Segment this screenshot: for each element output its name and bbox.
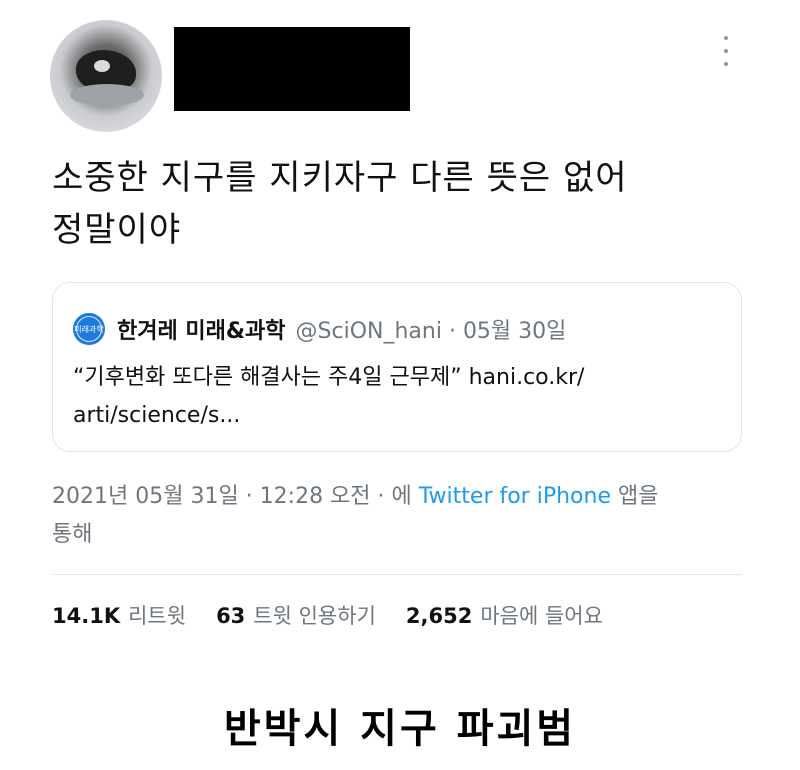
profile-avatar[interactable] xyxy=(50,20,162,132)
more-dot xyxy=(724,62,728,66)
quoted-account-name[interactable]: 한겨레 미래&과학 xyxy=(117,313,286,345)
likes-label: 마음에 들어요 xyxy=(480,604,603,628)
quoted-text-line: arti/science/s... xyxy=(73,403,241,428)
quoted-account-avatar: 미래과학 xyxy=(73,313,105,345)
quoted-text-line: “기후변화 또다른 해결사는 주4일 근무제” hani.co.kr/ xyxy=(73,365,585,390)
meme-caption: 반박시 지구 파괴범 xyxy=(223,706,577,752)
avatar-base xyxy=(70,84,144,106)
quoted-tweet-text: “기후변화 또다른 해결사는 주4일 근무제” hani.co.kr/ arti… xyxy=(73,359,713,435)
avatar-highlight xyxy=(94,60,110,72)
timestamp-line-2: 통해 xyxy=(52,522,93,547)
retweets-label: 리트윗 xyxy=(128,604,187,628)
more-dot xyxy=(724,49,728,53)
retweets-stat[interactable]: 14.1K 리트윗 xyxy=(52,600,186,630)
quotes-stat[interactable]: 63 트윗 인용하기 xyxy=(216,600,376,630)
more-vertical-icon[interactable] xyxy=(716,36,736,66)
likes-stat[interactable]: 2,652 마음에 들어요 xyxy=(406,600,603,630)
timestamp-date[interactable]: 2021년 05월 31일 · 12:28 오전 · 에 xyxy=(52,484,419,509)
source-link[interactable]: Twitter for iPhone xyxy=(419,484,611,509)
tweet-text: 소중한 지구를 지키자구 다른 뜻은 없어 정말이야 xyxy=(52,152,752,256)
tweet-timestamp: 2021년 05월 31일 · 12:28 오전 · 에 Twitter for… xyxy=(52,478,752,554)
tweet-text-line: 정말이야 xyxy=(52,210,182,250)
quoted-avatar-text: 미래과학 xyxy=(74,324,104,334)
quotes-label: 트윗 인용하기 xyxy=(253,604,376,628)
quoted-handle-date: @SciON_hani · 05월 30일 xyxy=(295,319,567,344)
likes-count: 2,652 xyxy=(405,604,473,628)
divider xyxy=(52,574,742,575)
quoted-tweet-header: 미래과학 한겨레 미래&과학 @SciON_hani · 05월 30일 xyxy=(73,313,566,345)
timestamp-line: 2021년 05월 31일 · 12:28 오전 · 에 Twitter for… xyxy=(52,478,752,516)
quotes-count: 63 xyxy=(216,604,246,628)
timestamp-suffix: 앱을 xyxy=(610,484,659,509)
tweet-text-line: 소중한 지구를 지키자구 다른 뜻은 없어 xyxy=(52,158,628,198)
redacted-username xyxy=(174,27,410,111)
retweets-count: 14.1K xyxy=(52,604,121,628)
more-dot xyxy=(724,36,728,40)
quoted-tweet-card[interactable]: 미래과학 한겨레 미래&과학 @SciON_hani · 05월 30일 “기후… xyxy=(52,282,742,452)
tweet-stats: 14.1K 리트윗 63 트윗 인용하기 2,652 마음에 들어요 xyxy=(52,600,633,630)
